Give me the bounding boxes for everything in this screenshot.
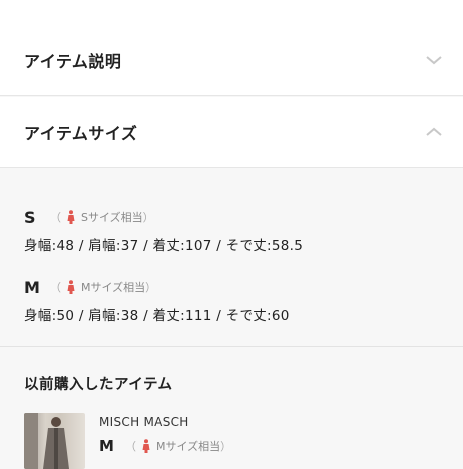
accordion-item-description[interactable]: アイテム説明: [0, 25, 463, 96]
chevron-up-icon: [426, 127, 442, 136]
size-measurements: 身幅:48 / 肩幅:37 / 着丈:107 / そで丈:58.5: [24, 238, 304, 254]
coat-photo-icon: [24, 413, 69, 469]
accordion-label: アイテムサイズ: [24, 124, 138, 143]
item-brand: MISCH MASCH: [99, 415, 189, 429]
section-divider: [0, 346, 463, 347]
size-entry-s: S （ Sサイズ相当 ） 身幅:48 / 肩幅:37 / 着丈:107 / そで…: [24, 206, 304, 255]
item-size: M （ Mサイズ相当 ）: [99, 437, 231, 455]
size-letter: S: [24, 207, 36, 227]
previous-purchases-title: 以前購入したアイテム: [24, 377, 173, 393]
accordion-item-size[interactable]: アイテムサイズ: [0, 97, 463, 168]
item-thumbnail[interactable]: [24, 413, 85, 469]
person-figure-icon: [67, 280, 75, 294]
accordion-label: アイテム説明: [24, 52, 122, 71]
size-entry-m: M （ Mサイズ相当 ） 身幅:50 / 肩幅:38 / 着丈:111 / そで…: [24, 276, 290, 325]
size-note-text: Sサイズ相当: [81, 211, 143, 224]
size-letter: M: [24, 277, 40, 297]
size-equivalent-note: （ Mサイズ相当 ）: [50, 280, 157, 294]
person-figure-icon: [67, 210, 75, 224]
size-measurements: 身幅:50 / 肩幅:38 / 着丈:111 / そで丈:60: [24, 308, 290, 324]
size-equivalent-note: （ Sサイズ相当 ）: [50, 210, 154, 224]
size-letter: M: [99, 437, 114, 455]
size-note-text: Mサイズ相当: [81, 281, 146, 294]
top-strip: [0, 0, 463, 26]
size-equivalent-note: （ Mサイズ相当 ）: [125, 439, 232, 453]
chevron-down-icon: [426, 56, 442, 65]
person-figure-icon: [142, 439, 150, 453]
size-note-text: Mサイズ相当: [156, 440, 221, 453]
